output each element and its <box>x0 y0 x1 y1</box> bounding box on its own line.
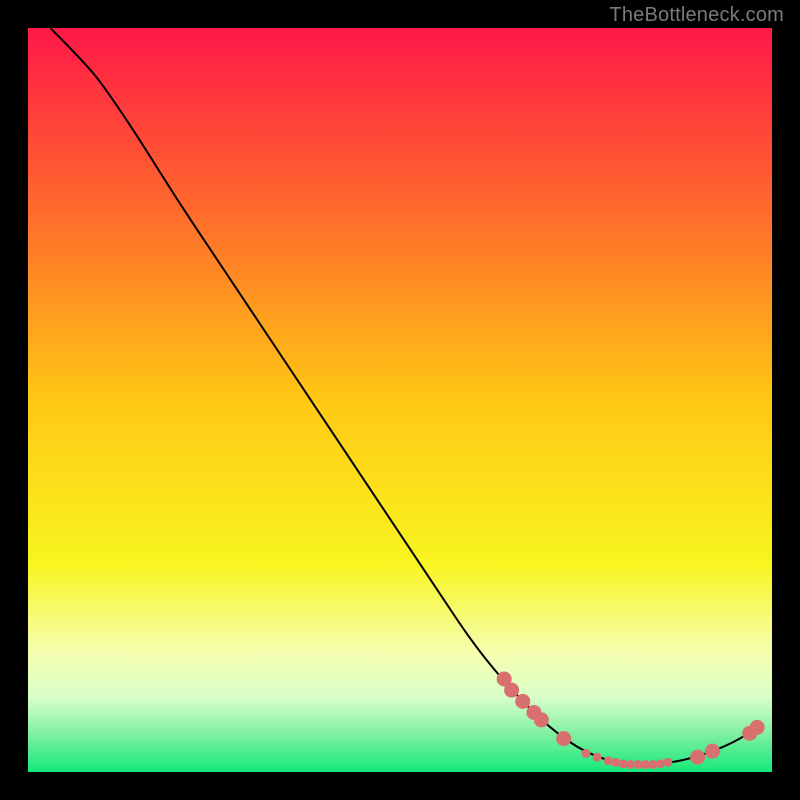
chart-svg <box>0 0 800 800</box>
data-marker <box>656 759 665 768</box>
data-marker <box>556 731 571 746</box>
data-marker <box>705 744 720 759</box>
data-marker <box>690 750 705 765</box>
data-marker <box>663 758 672 767</box>
data-marker <box>750 720 765 735</box>
data-marker <box>515 694 530 709</box>
data-marker <box>504 683 519 698</box>
data-marker <box>582 749 591 758</box>
data-marker <box>604 756 613 765</box>
data-marker <box>611 758 620 767</box>
attribution-label: TheBottleneck.com <box>609 4 784 27</box>
data-marker <box>534 712 549 727</box>
data-marker <box>593 753 602 762</box>
